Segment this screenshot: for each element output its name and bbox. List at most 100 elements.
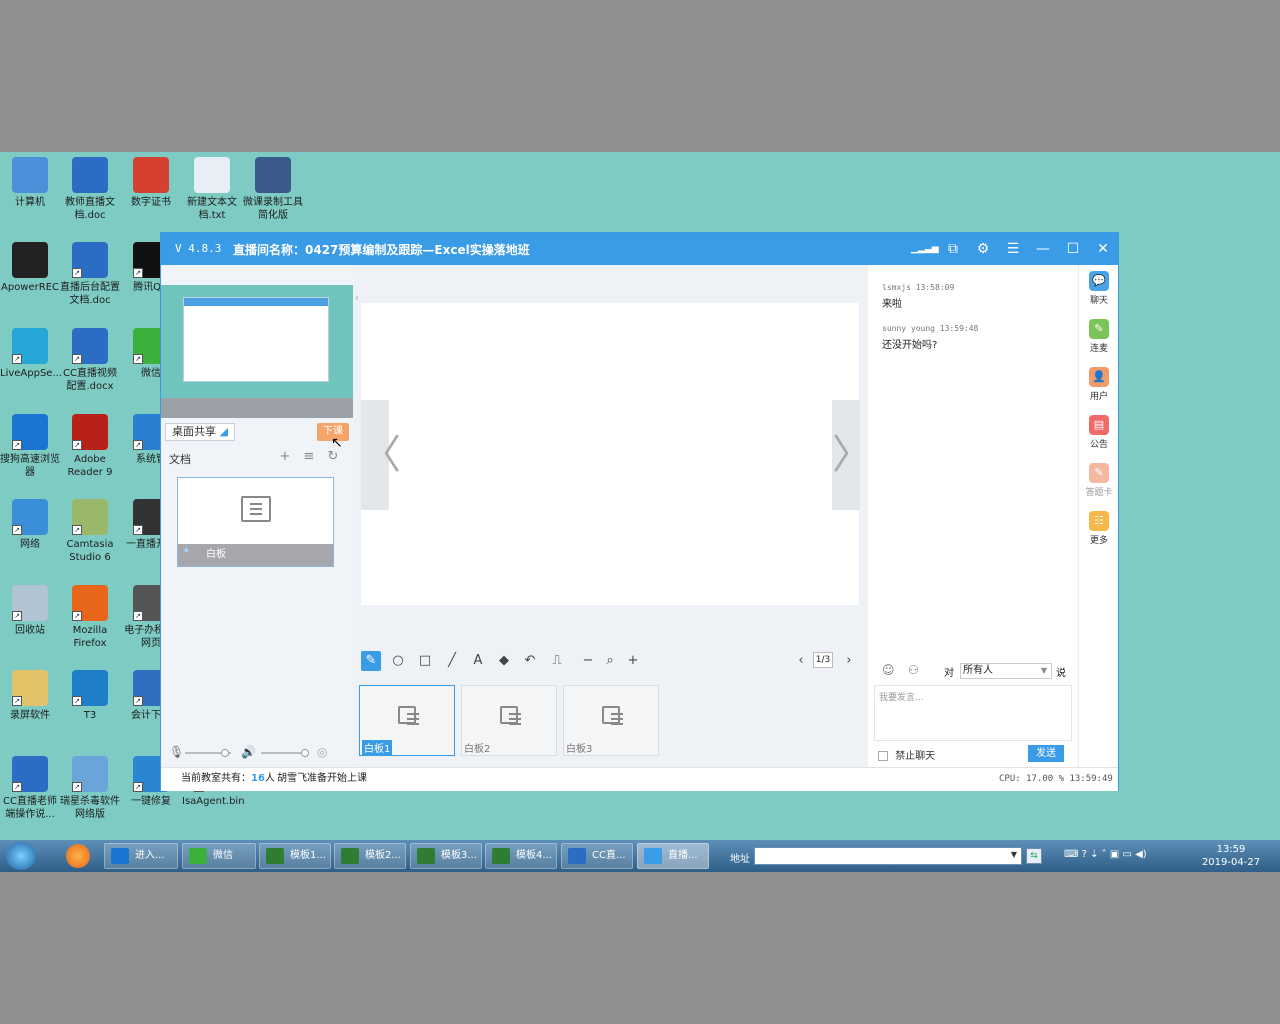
address-input[interactable]: ▼ [754,847,1022,865]
task-label: 微信 [213,850,233,861]
app-icon: ↗ [72,242,108,278]
desktop-icon[interactable]: ↗ CC直播老师端操作说... [0,756,60,821]
close-icon[interactable]: ✕ [1091,237,1115,261]
message-meta: lsmxjs 13:58:09 [882,283,955,292]
shortcut-arrow-icon: ↗ [133,268,143,278]
maximize-icon[interactable]: ☐ [1061,237,1085,261]
whiteboard-document-card[interactable]: 白板 ✦ [177,477,334,567]
status-bar: 当前教室共有：16人 胡雪飞准备开始上课 CPU: 17.00 % 13:59:… [161,767,1118,791]
task-app-icon [492,848,510,864]
shortcut-arrow-icon: ↗ [72,440,82,450]
next-icon[interactable]: › [839,651,859,671]
desktop-icon[interactable]: ↗ Mozilla Firefox [60,585,120,650]
desktop-icon[interactable]: ↗ CC直播视频配置.docx [60,328,120,393]
sidebar-item-users[interactable]: 👤 用户 [1079,367,1119,402]
text-icon[interactable]: A [468,651,488,671]
taskbar-button[interactable]: 模板2... [334,843,406,869]
sidebar-item-mic-link[interactable]: ✎ 连麦 [1079,319,1119,354]
desktop-share-tab[interactable]: 桌面共享 ◢ [165,423,235,441]
sidebar-item-notice[interactable]: ▤ 公告 [1079,415,1119,450]
list-icon[interactable]: ≡ [301,449,317,465]
layout-icon[interactable]: ⧉ [941,237,965,261]
pencil-icon[interactable]: ✎ [361,651,381,671]
line-icon[interactable]: ╱ [442,651,462,671]
taskbar-button[interactable]: 模板4... [485,843,557,869]
taskbar-button[interactable]: 直播... [637,843,709,869]
mic-volume-slider[interactable] [185,749,231,757]
circle-icon[interactable]: ○ [388,651,408,671]
sidebar-item-answer-card[interactable]: ✎ 答题卡 [1079,463,1119,498]
minimize-icon[interactable]: — [1031,237,1055,261]
task-app-icon [189,848,207,864]
thumb-whiteboard-3[interactable]: 白板3 [563,685,659,756]
collapse-icon[interactable]: ‹ [355,293,359,304]
right-sidebar: 💬 聊天 ✎ 连麦 👤 用户 ▤ 公告 ✎ 答题卡 ☷ 更多 [1078,265,1118,767]
stamp-icon[interactable]: ⎍ [547,651,567,671]
tray-icons[interactable]: ⌨ ? ⇣ ˄ ▣ ▭ ◀) [1064,849,1147,860]
zoom-out-icon[interactable]: − [578,651,598,671]
next-page-arrow[interactable]: 〉 [832,400,872,510]
taskbar-button[interactable]: 微信 [182,843,256,869]
desktop-icon-label: Mozilla Firefox [72,625,108,649]
desktop-icon[interactable]: 计算机 [0,157,60,209]
firefox-pin-icon[interactable] [66,844,90,868]
title-bar[interactable]: V 4.8.3 直播间名称：0427预算编制及跟踪—Excel实操落地班 ▁▂▃… [161,233,1118,265]
whiteboard-canvas[interactable] [361,303,859,605]
menu-icon[interactable]: ☰ [1001,237,1025,261]
desktop-icon[interactable]: ApowerREC [0,242,60,294]
ban-chat-checkbox[interactable] [878,751,888,761]
clock[interactable]: 13:59 2019-04-27 [1196,843,1266,869]
recipient-select[interactable]: 所有人 ▼ [960,663,1052,679]
send-button[interactable]: 发送 [1028,745,1064,762]
app-icon [12,242,48,278]
status-notice: 胡雪飞准备开始上课 [277,773,367,784]
thumb-whiteboard-1[interactable]: 白板1 [359,685,455,756]
zoom-in-icon[interactable]: + [623,651,643,671]
desktop-icon[interactable]: ↗ LiveAppSe... [0,328,62,380]
app-icon [72,157,108,193]
prev-page-arrow[interactable]: 〈 [361,400,401,510]
camera-icon[interactable]: ◎ [317,745,327,759]
taskbar-button[interactable]: 进入... [104,843,178,869]
desktop-icon[interactable]: ↗ Camtasia Studio 6 [60,499,120,564]
speaker-volume-slider[interactable] [261,749,309,757]
search-icon[interactable]: ⌕ [600,651,620,671]
refresh-icon[interactable]: ↻ [325,449,341,465]
desktop-icon[interactable]: 新建文本文档.txt [182,157,242,222]
emoji-icon[interactable]: ☺ [882,663,895,677]
desktop-icon[interactable]: ↗ 录屏软件 [0,670,60,722]
desktop-icon[interactable]: ↗ Adobe Reader 9 [60,414,120,479]
taskbar-button[interactable]: 模板1... [259,843,331,869]
rectangle-icon[interactable]: □ [415,651,435,671]
sidebar-item-more[interactable]: ☷ 更多 [1079,511,1119,546]
speaker-icon[interactable]: 🔊 [241,745,256,759]
taskbar-button[interactable]: CC直... [561,843,633,869]
desktop-icon[interactable]: 微课录制工具简化版 [243,157,303,222]
microphone-icon[interactable]: 🎙 [169,745,184,759]
eraser-icon[interactable]: ◆ [494,651,514,671]
whiteboard-area: ‹ 〈 〉 ✎ ○ □ ╱ A ◆ ↶ ⎍ − ⌕ + ‹ 1/3 › 白板1 … [353,265,872,767]
sidebar-item-chat[interactable]: 💬 聊天 [1079,271,1119,306]
message-input[interactable]: 我要发言... [874,685,1072,741]
add-icon[interactable]: + [277,449,293,465]
app-icon: ↗ [72,670,108,706]
go-icon[interactable]: ⇆ [1026,848,1042,864]
ban-chat-row[interactable]: 禁止聊天 [878,747,935,762]
prev-icon[interactable]: ‹ [791,651,811,671]
gear-icon[interactable]: ⚙ [971,237,995,261]
desktop-icon[interactable]: 教师直播文档.doc [60,157,120,222]
start-button[interactable] [6,842,36,870]
desktop-icon[interactable]: ↗ 回收站 [0,585,60,637]
chat-bubble-icon: 💬 [1089,271,1109,291]
desktop-icon[interactable]: 数字证书 [121,157,181,209]
app-icon: ↗ [12,756,48,792]
desktop-icon[interactable]: ↗ 瑞星杀毒软件网络版 [60,756,120,821]
desktop-icon[interactable]: ↗ 网络 [0,499,60,551]
desktop-icon[interactable]: ↗ 搜狗高速浏览器 [0,414,60,479]
undo-icon[interactable]: ↶ [520,651,540,671]
desktop-icon[interactable]: ↗ T3 [60,670,120,722]
taskbar-button[interactable]: 模板3... [410,843,482,869]
thumb-whiteboard-2[interactable]: 白板2 [461,685,557,756]
desktop-icon[interactable]: ↗ 直播后台配置文档.doc [60,242,120,307]
users-icon[interactable]: ⚇ [908,663,919,677]
